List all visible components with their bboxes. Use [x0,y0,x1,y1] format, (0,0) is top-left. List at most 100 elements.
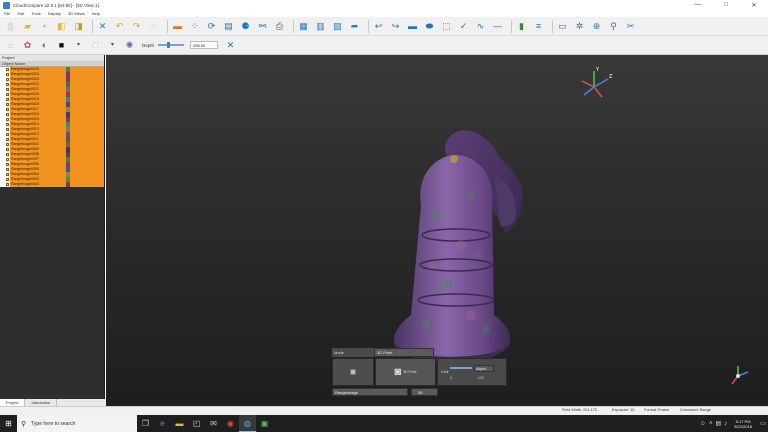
line-icon[interactable]: — [491,20,504,33]
undo-icon[interactable]: ↶ [113,20,126,33]
ellipse-icon[interactable]: ⬬ [423,20,436,33]
start-button[interactable]: ⊞ [0,415,17,432]
menu-edit[interactable]: Edit [17,11,24,16]
visibility-checkbox[interactable] [6,142,9,146]
zoom-icon[interactable]: ⚲ [607,20,620,33]
visibility-checkbox[interactable] [6,182,9,186]
close-icon[interactable]: ◨ [72,20,85,33]
visibility-checkbox[interactable] [6,67,9,71]
tab-interaction[interactable]: Interaction [25,399,58,406]
range-number-spinbox[interactable]: 26 [411,387,438,396]
visibility-checkbox[interactable] [6,117,9,121]
contrast-slider[interactable] [450,367,472,369]
white-square-icon[interactable]: ■ [89,39,102,52]
tree-row[interactable]: RangeImage0002 [0,181,104,187]
visibility-checkbox[interactable] [6,92,9,96]
export-icon[interactable]: ➦ [348,20,361,33]
scanner-icon[interactable]: ▬ [171,20,184,33]
visibility-checkbox[interactable] [6,177,9,181]
network-icon[interactable]: ▤ [716,420,722,427]
redo-icon[interactable]: ↷ [130,20,143,33]
rotate-icon[interactable]: ⟳ [205,20,218,33]
depth-input[interactable]: 256.00 [190,41,219,49]
save-as-icon[interactable]: ◧ [55,20,68,33]
tab-project[interactable]: Project [0,399,26,406]
rectangle-icon[interactable]: ▬ [406,20,419,33]
explorer-button[interactable]: ▬ [171,415,188,432]
volume-icon[interactable]: ♪ [724,421,727,427]
visibility-checkbox[interactable] [6,127,9,131]
visibility-checkbox[interactable] [6,107,9,111]
merge-icon[interactable]: ▥ [314,20,327,33]
people-icon[interactable]: ☺ [700,421,706,427]
visibility-checkbox[interactable] [6,82,9,86]
arc-right-icon[interactable]: ↪ [389,20,402,33]
segment-icon[interactable]: ⚈ [239,20,252,33]
maximize-button[interactable]: □ [712,0,740,10]
mode-select[interactable]: 3D Point [374,348,434,357]
grid-icon[interactable]: ▦ [297,20,310,33]
minimize-button[interactable]: — [684,0,712,10]
refresh-icon[interactable]: ◌ [147,20,160,33]
app-button[interactable]: ▣ [256,415,273,432]
video-camera-button[interactable]: ■ [332,358,374,386]
visibility-checkbox[interactable] [6,97,9,101]
visibility-checkbox[interactable] [6,152,9,156]
new-icon[interactable]: ▯ [4,20,17,33]
chevron-up-icon[interactable]: ˄ [709,421,713,427]
points-icon[interactable]: ⁘ [188,20,201,33]
visibility-checkbox[interactable] [6,162,9,166]
clock[interactable]: 6:17 PM 5/22/2018 [734,419,752,429]
chevron-down-icon[interactable]: ▾ [72,39,85,52]
cloudcompare-button[interactable]: ◍ [239,415,256,432]
3d-viewport[interactable]: Y Z Mode 3D Point ■ ◙ 3D Point Cont Adju… [106,55,768,406]
open-icon[interactable]: ▰ [21,20,34,33]
save-icon[interactable]: ▪ [38,20,51,33]
range-type-select[interactable]: RangeImage [332,387,408,396]
visibility-checkbox[interactable] [6,147,9,151]
bulb-icon[interactable]: ☼ [4,39,17,52]
visibility-checkbox[interactable] [6,137,9,141]
depth-slider[interactable] [158,42,185,48]
visibility-checkbox[interactable] [6,172,9,176]
shade-icon[interactable]: ◐ [38,39,51,52]
mail-button[interactable]: ✉ [205,415,222,432]
edge-button[interactable]: e [154,415,171,432]
menu-display[interactable]: Display [48,11,61,16]
task-view-button[interactable]: ❐ [137,415,154,432]
menu-3d-views[interactable]: 3D Views [68,11,85,16]
tools-icon[interactable]: ✕ [224,39,237,52]
black-square-icon[interactable]: ■ [55,39,68,52]
arc-left-icon[interactable]: ↩ [372,20,385,33]
filter-icon[interactable]: ▤ [222,20,235,33]
mesh-icon[interactable]: ⬚ [440,20,453,33]
point-cloud-object[interactable] [376,115,556,375]
link-icon[interactable]: ⚯ [256,20,269,33]
split-icon[interactable]: ▧ [331,20,344,33]
snapshot-button[interactable]: ◙ 3D Point [375,358,436,386]
chevron-down-icon[interactable]: ▾ [106,39,119,52]
visibility-checkbox[interactable] [6,122,9,126]
center-icon[interactable]: ⊕ [590,20,603,33]
layers-icon[interactable]: ▮ [515,20,528,33]
visibility-checkbox[interactable] [6,132,9,136]
menu-help[interactable]: Help [92,11,100,16]
visibility-checkbox[interactable] [6,77,9,81]
print-icon[interactable]: ⎙ [273,20,286,33]
settings-icon[interactable]: ✲ [573,20,586,33]
close-button[interactable]: ✕ [740,0,768,10]
visibility-checkbox[interactable] [6,87,9,91]
color-brain-icon[interactable]: ✿ [21,39,34,52]
visibility-checkbox[interactable] [6,157,9,161]
store-button[interactable]: ◰ [188,415,205,432]
menu-tools[interactable]: Tools [31,11,40,16]
visibility-checkbox[interactable] [6,72,9,76]
cut-icon[interactable]: ✂ [624,20,637,33]
notification-button[interactable]: ▭ [758,415,768,432]
visibility-checkbox[interactable] [6,167,9,171]
compare-icon[interactable]: ≡ [532,20,545,33]
visibility-checkbox[interactable] [6,112,9,116]
chrome-button[interactable]: ◉ [222,415,239,432]
palette-icon[interactable]: ✺ [123,39,136,52]
window-icon[interactable]: ▭ [556,20,569,33]
